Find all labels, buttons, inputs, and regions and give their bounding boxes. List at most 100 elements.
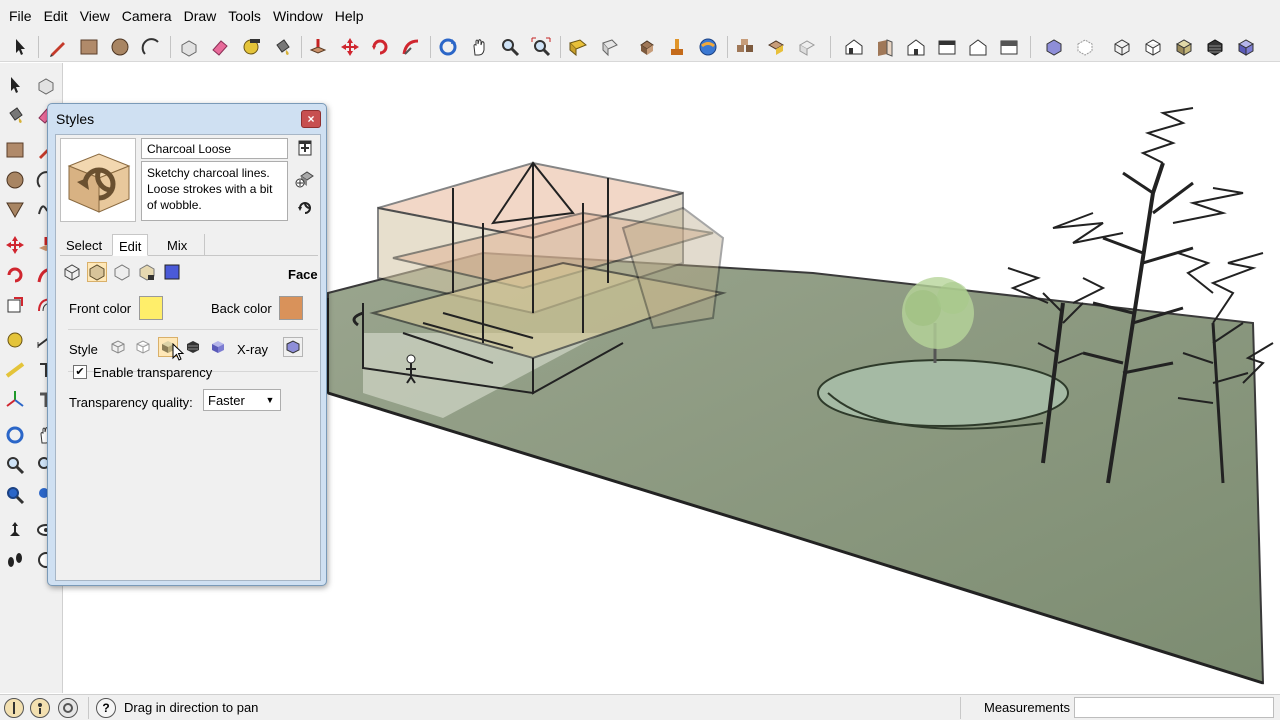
enable-transparency-checkbox[interactable]: ✔ [73,365,87,379]
pan-hand-icon[interactable] [467,35,491,59]
rotate-icon[interactable] [368,35,392,59]
front-view-icon[interactable] [904,35,928,59]
geo-location-status-icon[interactable] [4,698,24,718]
monochrome-face-style-icon[interactable] [208,337,228,357]
make-component-icon[interactable] [34,73,58,97]
styles-toolbar-icon[interactable] [795,35,819,59]
paint-bucket-icon[interactable] [3,103,27,127]
front-color-swatch[interactable] [139,296,163,320]
geo-location-icon[interactable] [696,35,720,59]
monochrome-style-icon[interactable] [1234,35,1258,59]
share-model-icon[interactable] [598,35,622,59]
shaded-textures-style-icon[interactable] [1203,35,1227,59]
style-thumbnail[interactable] [60,138,136,222]
pencil-icon[interactable] [46,35,70,59]
move-icon[interactable] [3,233,27,257]
display-secondary-pane-icon[interactable] [295,138,315,158]
help-icon[interactable]: ? [96,698,116,718]
toolbar-divider [560,36,561,58]
measurements-input[interactable] [1074,697,1274,718]
rectangle-icon[interactable] [77,35,101,59]
mouse-cursor-icon [172,342,186,366]
walk-icon[interactable] [3,548,27,572]
enable-transparency-label: Enable transparency [93,365,213,380]
share-component-icon[interactable] [635,35,659,59]
wireframe-style-icon[interactable] [1110,35,1134,59]
hidden-line-face-style-icon[interactable] [133,337,153,357]
watermark-settings-icon[interactable] [137,262,157,282]
shaded-style-icon[interactable] [1172,35,1196,59]
zoom-icon[interactable] [3,453,27,477]
rectangle-icon[interactable] [3,138,27,162]
back-color-swatch[interactable] [279,296,303,320]
zoom-icon[interactable] [498,35,522,59]
hidden-line-style-icon[interactable] [1141,35,1165,59]
top-view-icon[interactable] [873,35,897,59]
protractor-icon[interactable] [3,358,27,382]
orbit-icon[interactable] [3,423,27,447]
chevron-down-icon: ▼ [265,395,275,405]
polygon-icon[interactable] [3,197,27,221]
arc-icon[interactable] [139,35,163,59]
front-color-label: Front color [69,301,132,316]
menu-tools[interactable]: Tools [222,0,267,32]
get-models-icon[interactable] [566,35,590,59]
push-pull-icon[interactable] [306,35,330,59]
materials-icon[interactable] [764,35,788,59]
wireframe-face-style-icon[interactable] [108,337,128,357]
back-color-label: Back color [211,301,272,316]
paint-bucket-icon[interactable] [270,35,294,59]
rotate-icon[interactable] [3,263,27,287]
select-icon[interactable] [3,73,27,97]
tape-measure-icon[interactable] [239,35,263,59]
extension-warehouse-icon[interactable] [665,35,689,59]
axes-icon[interactable] [3,388,27,412]
zoom-extents-icon[interactable] [529,35,553,59]
credits-status-icon[interactable] [30,698,50,718]
make-component-icon[interactable] [177,35,201,59]
toolbar-divider [301,36,302,58]
back-view-icon[interactable] [966,35,990,59]
circle-icon[interactable] [3,168,27,192]
sign-in-status-icon[interactable] [58,698,78,718]
circle-icon[interactable] [108,35,132,59]
style-tabs: Select Edit Mix [60,234,318,256]
close-button[interactable]: × [301,110,321,128]
menu-help[interactable]: Help [329,0,370,32]
menu-edit[interactable]: Edit [38,0,74,32]
select-arrow-icon[interactable] [8,35,32,59]
menu-camera[interactable]: Camera [116,0,178,32]
background-settings-icon[interactable] [112,262,132,282]
menu-window[interactable]: Window [267,0,329,32]
scale-icon[interactable] [3,293,27,317]
transparency-quality-select[interactable]: Faster ▼ [203,389,281,411]
style-name-field[interactable]: Charcoal Loose [141,138,288,159]
zoom-extents-icon[interactable] [3,483,27,507]
create-new-style-icon[interactable] [295,168,315,188]
tab-select[interactable]: Select [60,234,108,256]
xray-style-icon[interactable] [1042,35,1066,59]
tab-mix[interactable]: Mix [161,234,205,256]
tab-edit[interactable]: Edit [112,234,149,256]
right-view-icon[interactable] [935,35,959,59]
components-icon[interactable] [733,35,757,59]
position-camera-icon[interactable] [3,518,27,542]
menu-view[interactable]: View [74,0,116,32]
edge-settings-icon[interactable] [62,262,82,282]
face-settings-icon[interactable] [87,262,107,282]
style-description-field[interactable]: Sketchy charcoal lines. Loose strokes wi… [141,161,288,221]
move-icon[interactable] [338,35,362,59]
xray-toggle-icon[interactable] [283,337,303,357]
left-view-icon[interactable] [997,35,1021,59]
follow-me-icon[interactable] [399,35,423,59]
menu-draw[interactable]: Draw [178,0,223,32]
update-style-button-icon[interactable] [295,198,315,218]
shaded-textured-face-style-icon[interactable] [183,337,203,357]
iso-view-icon[interactable] [842,35,866,59]
tape-measure-icon[interactable] [3,328,27,352]
modeling-settings-icon[interactable] [162,262,182,282]
orbit-icon[interactable] [436,35,460,59]
eraser-icon[interactable] [208,35,232,59]
menu-file[interactable]: File [3,0,38,32]
back-edges-style-icon[interactable] [1073,35,1097,59]
